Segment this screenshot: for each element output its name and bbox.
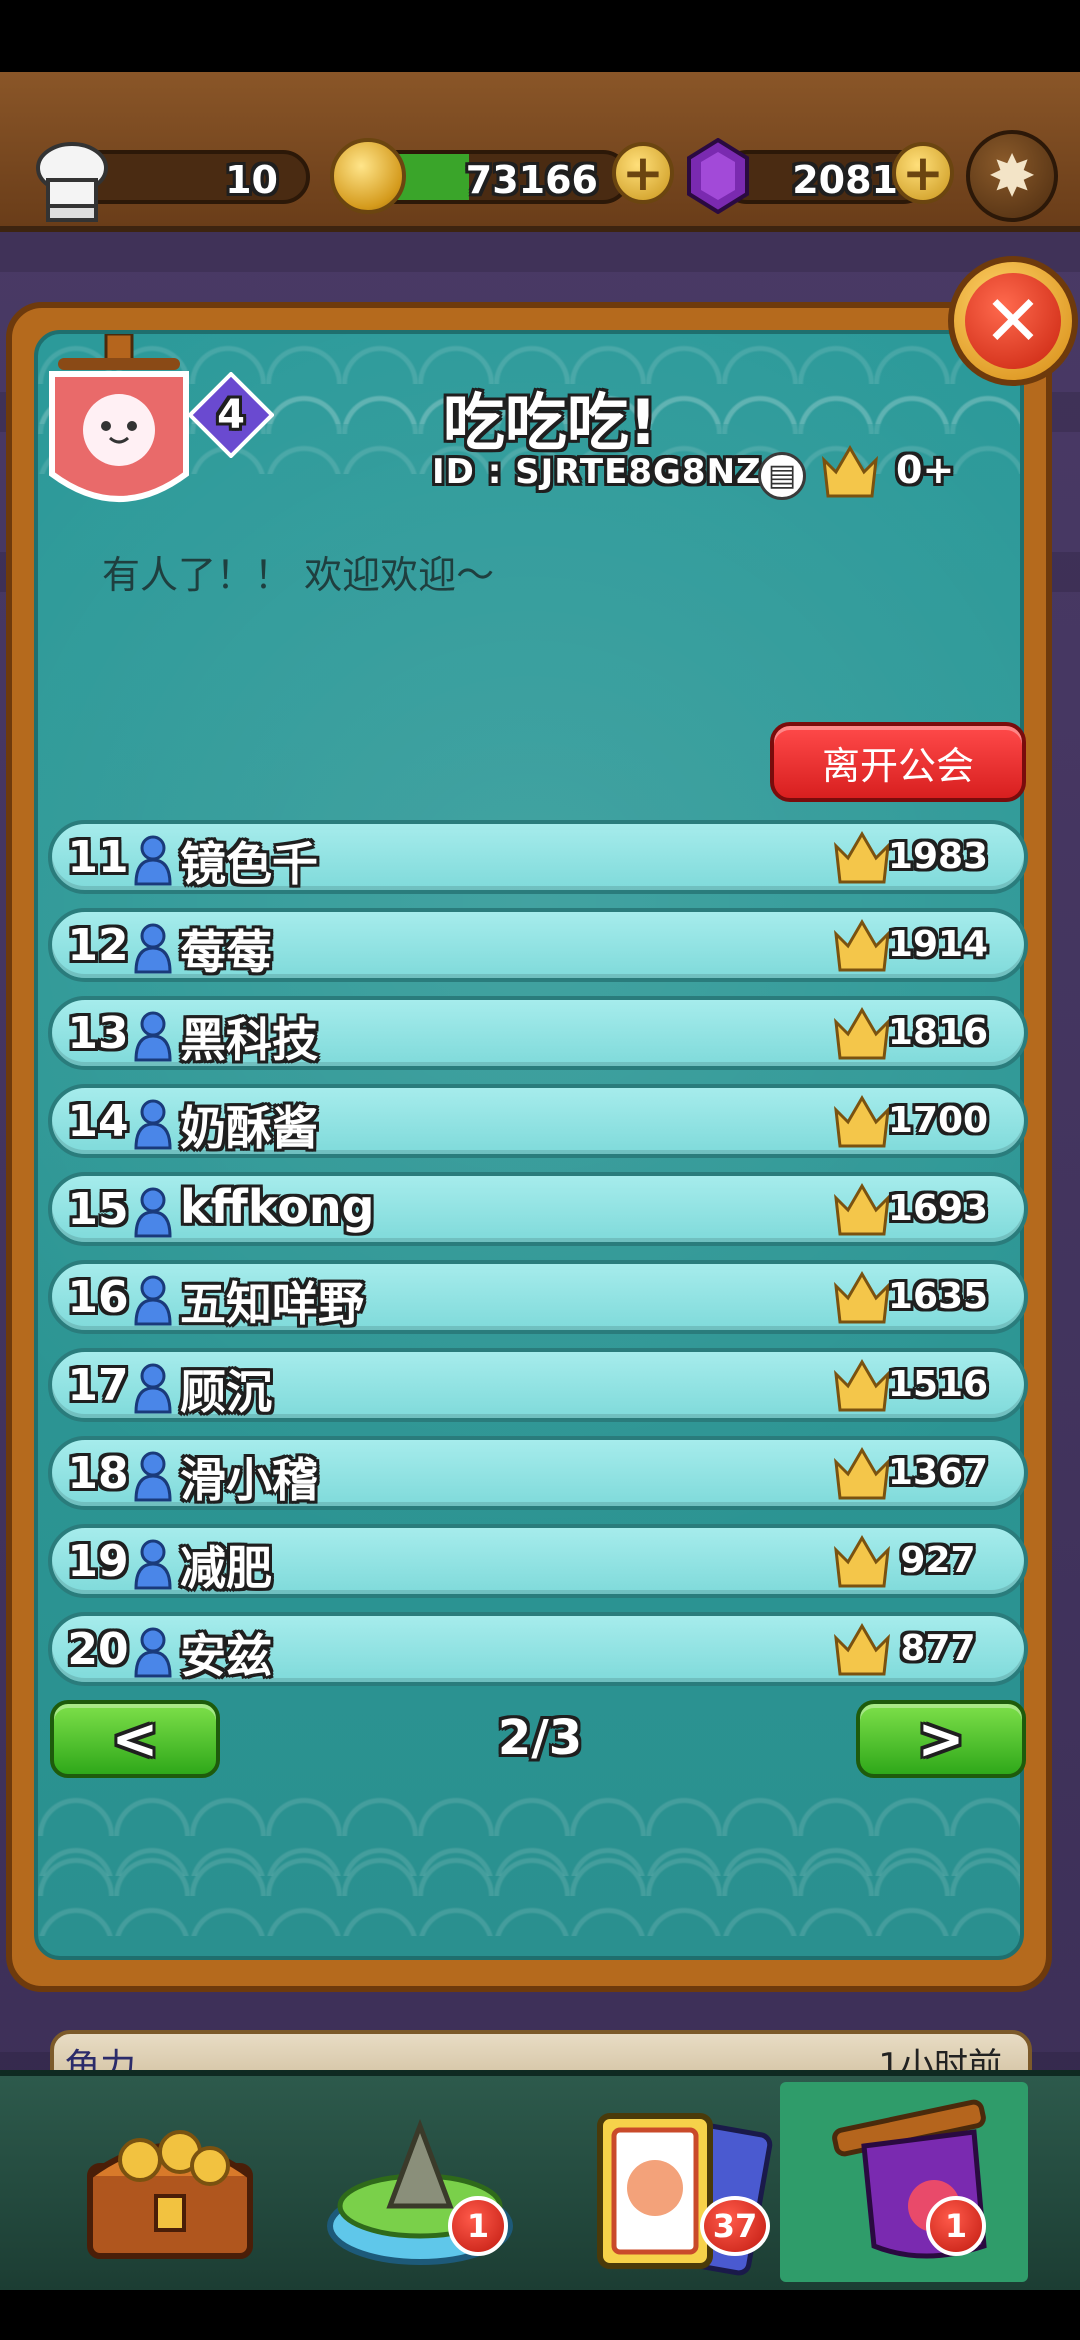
member-row[interactable]: 15 kffkong 1693 (48, 1172, 1028, 1246)
member-icon (134, 1099, 172, 1150)
member-name: 顾沉 (180, 1365, 272, 1419)
member-icon (134, 1275, 172, 1326)
add-coins-button[interactable]: + (612, 142, 674, 204)
member-row[interactable]: 17 顾沉 1516 (48, 1348, 1028, 1422)
system-bar (0, 2290, 1080, 2340)
member-name: 莓莓 (180, 925, 272, 979)
member-icon (134, 1363, 172, 1414)
chef-level-value: 10 (225, 158, 278, 202)
member-trophies: 1693 (887, 1188, 989, 1229)
member-icon (134, 1187, 172, 1238)
tab-shop[interactable] (50, 2082, 290, 2282)
treasure-chest-icon (87, 2130, 253, 2259)
member-icon (134, 1627, 172, 1678)
coin-value: 73166 (465, 158, 598, 202)
member-icon (134, 1539, 172, 1590)
notification-badge: 1 (448, 2196, 508, 2256)
member-trophies: 1983 (887, 836, 989, 877)
member-name: 镜色千 (180, 837, 318, 891)
member-row[interactable]: 11 镜色千 1983 (48, 820, 1028, 894)
tab-island[interactable]: 1 (300, 2082, 540, 2282)
add-gems-button[interactable]: + (892, 142, 954, 204)
member-rank: 17 (67, 1360, 129, 1411)
member-trophies: 1914 (887, 924, 989, 965)
member-rank: 19 (67, 1536, 129, 1587)
tab-guild[interactable]: 1 (780, 2082, 1028, 2282)
crown-icon (822, 445, 878, 498)
member-trophies: 1516 (887, 1364, 989, 1405)
next-page-button[interactable]: > (856, 1700, 1026, 1778)
member-rank: 11 (67, 832, 129, 883)
member-row[interactable]: 12 莓莓 1914 (48, 908, 1028, 982)
guild-level-badge: 4 (188, 372, 274, 458)
document-icon[interactable]: ▤ (758, 452, 806, 500)
page-indicator: 2/3 (497, 1710, 583, 1766)
member-name: 五知咩野 (180, 1277, 364, 1331)
member-rank: 14 (67, 1096, 129, 1147)
member-row[interactable]: 13 黑科技 1816 (48, 996, 1028, 1070)
member-icon (134, 1451, 172, 1502)
gem-value: 2081 (792, 158, 898, 202)
gem-icon (687, 138, 749, 214)
member-row[interactable]: 18 滑小稽 1367 (48, 1436, 1028, 1510)
member-name: 减肥 (180, 1541, 272, 1595)
member-rank: 15 (67, 1184, 129, 1235)
member-rank: 20 (67, 1624, 129, 1675)
member-rank: 18 (67, 1448, 129, 1499)
member-rank: 16 (67, 1272, 129, 1323)
chef-hat-icon (36, 142, 108, 222)
member-trophies: 1367 (887, 1452, 989, 1493)
member-name: kffkong (180, 1180, 375, 1234)
leave-guild-button[interactable]: 离开公会 (770, 722, 1026, 802)
close-button[interactable]: ✕ (948, 256, 1078, 386)
member-row[interactable]: 19 减肥 927 (48, 1524, 1028, 1598)
prev-page-button[interactable]: < (50, 1700, 220, 1778)
member-trophies: 1700 (887, 1100, 989, 1141)
close-icon: ✕ (965, 273, 1061, 369)
member-trophies: 1816 (887, 1012, 989, 1053)
guild-level-value: 4 (217, 392, 245, 438)
member-icon (134, 835, 172, 886)
member-trophies: 1635 (887, 1276, 989, 1317)
member-rank: 12 (67, 920, 129, 971)
member-name: 奶酥酱 (180, 1101, 318, 1155)
member-row[interactable]: 16 五知咩野 1635 (48, 1260, 1028, 1334)
coin-icon (330, 138, 406, 214)
guild-id: ID : SJRTE8G8NZ (432, 452, 762, 492)
member-icon (134, 923, 172, 974)
member-name: 安兹 (180, 1629, 272, 1683)
notification-badge: 1 (926, 2196, 986, 2256)
chevron-right-icon: > (917, 1706, 965, 1772)
member-trophies: 877 (900, 1628, 976, 1669)
guild-flag-icon (832, 2099, 987, 2259)
leave-guild-label: 离开公会 (821, 743, 974, 788)
notification-badge: 37 (700, 2196, 770, 2256)
trophy-requirement: 0+ (896, 448, 955, 492)
member-row[interactable]: 14 奶酥酱 1700 (48, 1084, 1028, 1158)
chevron-left-icon: < (111, 1706, 159, 1772)
tab-cards[interactable]: 37 (560, 2082, 800, 2282)
guild-name: 吃吃吃! (442, 386, 658, 459)
member-rank: 13 (67, 1008, 129, 1059)
member-name: 黑科技 (180, 1013, 318, 1067)
settings-gear-button[interactable]: ✸ (966, 130, 1058, 222)
member-icon (134, 1011, 172, 1062)
member-trophies: 927 (900, 1540, 976, 1581)
resource-bar: 10 73166 + 2081 + (0, 72, 1080, 232)
member-name: 滑小稽 (180, 1453, 318, 1507)
guild-emblem-icon (49, 334, 189, 502)
member-row[interactable]: 20 安兹 877 (48, 1612, 1028, 1686)
guild-announcement: 有人了！！ 欢迎欢迎～ (102, 553, 495, 597)
